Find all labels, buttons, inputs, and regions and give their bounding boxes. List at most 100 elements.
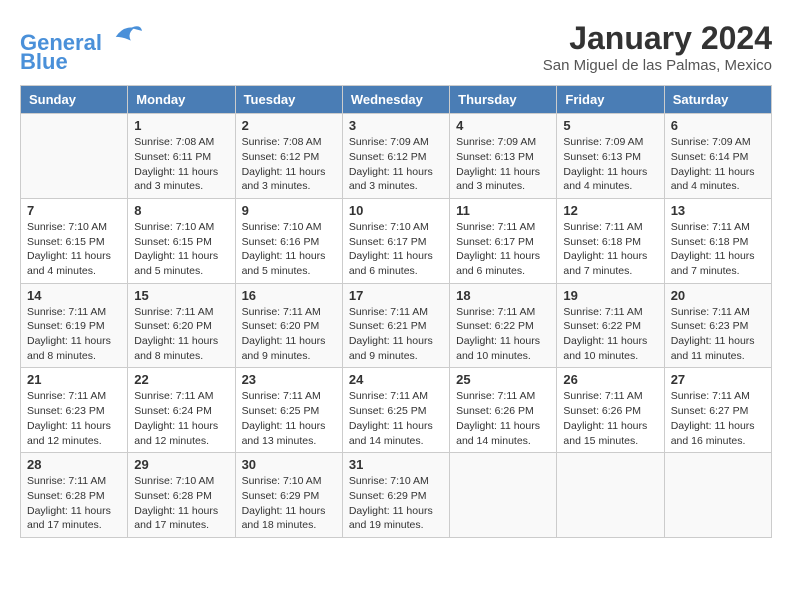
day-number: 12 xyxy=(563,203,657,218)
day-info: Sunrise: 7:11 AMSunset: 6:21 PMDaylight:… xyxy=(349,305,443,364)
day-number: 3 xyxy=(349,118,443,133)
day-info: Sunrise: 7:11 AMSunset: 6:17 PMDaylight:… xyxy=(456,220,550,279)
calendar-day-cell: 29 Sunrise: 7:10 AMSunset: 6:28 PMDayligh… xyxy=(128,453,235,538)
day-info: Sunrise: 7:10 AMSunset: 6:16 PMDaylight:… xyxy=(242,220,336,279)
day-number: 26 xyxy=(563,372,657,387)
day-info: Sunrise: 7:11 AMSunset: 6:18 PMDaylight:… xyxy=(563,220,657,279)
day-number: 28 xyxy=(27,457,121,472)
day-info: Sunrise: 7:09 AMSunset: 6:14 PMDaylight:… xyxy=(671,135,765,194)
calendar-day-cell: 19Sunrise: 7:11 AMSunset: 6:22 PMDayligh… xyxy=(557,283,664,368)
day-info: Sunrise: 7:11 AMSunset: 6:22 PMDaylight:… xyxy=(563,305,657,364)
calendar-week-row: 21 Sunrise: 7:11 AMSunset: 6:23 PMDayligh… xyxy=(21,368,772,453)
day-info: Sunrise: 7:11 AMSunset: 6:26 PMDaylight:… xyxy=(456,389,550,448)
day-number: 23 xyxy=(242,372,336,387)
day-number: 9 xyxy=(242,203,336,218)
day-number: 18 xyxy=(456,288,550,303)
calendar-day-cell: 31 Sunrise: 7:10 AMSunset: 6:29 PMDayligh… xyxy=(342,453,449,538)
calendar-day-cell: 8Sunrise: 7:10 AMSunset: 6:15 PMDaylight… xyxy=(128,198,235,283)
day-info: Sunrise: 7:08 AMSunset: 6:11 PMDaylight:… xyxy=(134,135,228,194)
day-number: 24 xyxy=(349,372,443,387)
day-number: 30 xyxy=(242,457,336,472)
day-number: 31 xyxy=(349,457,443,472)
day-of-week-header: Monday xyxy=(128,86,235,114)
day-info: Sunrise: 7:09 AMSunset: 6:13 PMDaylight:… xyxy=(456,135,550,194)
calendar-week-row: 7 Sunrise: 7:10 AMSunset: 6:15 PMDaylight… xyxy=(21,198,772,283)
day-number: 14 xyxy=(27,288,121,303)
day-number: 22 xyxy=(134,372,228,387)
location-subtitle: San Miguel de las Palmas, Mexico xyxy=(543,57,772,74)
day-info: Sunrise: 7:11 AMSunset: 6:20 PMDaylight:… xyxy=(242,305,336,364)
calendar-day-cell xyxy=(450,453,557,538)
day-info: Sunrise: 7:11 AMSunset: 6:22 PMDaylight:… xyxy=(456,305,550,364)
day-number: 20 xyxy=(671,288,765,303)
day-info: Sunrise: 7:11 AMSunset: 6:23 PMDaylight:… xyxy=(27,389,121,448)
calendar-day-cell: 17 Sunrise: 7:11 AMSunset: 6:21 PMDayligh… xyxy=(342,283,449,368)
day-number: 7 xyxy=(27,203,121,218)
calendar-day-cell: 23 Sunrise: 7:11 AMSunset: 6:25 PMDayligh… xyxy=(235,368,342,453)
calendar-day-cell: 6 Sunrise: 7:09 AMSunset: 6:14 PMDaylight… xyxy=(664,114,771,199)
month-title: January 2024 xyxy=(543,20,772,57)
calendar-day-cell: 2Sunrise: 7:08 AMSunset: 6:12 PMDaylight… xyxy=(235,114,342,199)
day-info: Sunrise: 7:10 AMSunset: 6:28 PMDaylight:… xyxy=(134,474,228,533)
day-of-week-header: Wednesday xyxy=(342,86,449,114)
calendar-day-cell: 25 Sunrise: 7:11 AMSunset: 6:26 PMDayligh… xyxy=(450,368,557,453)
day-number: 17 xyxy=(349,288,443,303)
day-info: Sunrise: 7:11 AMSunset: 6:20 PMDaylight:… xyxy=(134,305,228,364)
title-block: January 2024 San Miguel de las Palmas, M… xyxy=(543,20,772,74)
calendar-day-cell: 11 Sunrise: 7:11 AMSunset: 6:17 PMDayligh… xyxy=(450,198,557,283)
day-number: 27 xyxy=(671,372,765,387)
day-info: Sunrise: 7:08 AMSunset: 6:12 PMDaylight:… xyxy=(242,135,336,194)
day-of-week-header: Saturday xyxy=(664,86,771,114)
day-number: 16 xyxy=(242,288,336,303)
day-info: Sunrise: 7:10 AMSunset: 6:15 PMDaylight:… xyxy=(134,220,228,279)
calendar-day-cell: 3Sunrise: 7:09 AMSunset: 6:12 PMDaylight… xyxy=(342,114,449,199)
calendar-day-cell: 5 Sunrise: 7:09 AMSunset: 6:13 PMDaylight… xyxy=(557,114,664,199)
calendar-day-cell: 22 Sunrise: 7:11 AMSunset: 6:24 PMDayligh… xyxy=(128,368,235,453)
logo: General Blue xyxy=(20,20,142,75)
day-info: Sunrise: 7:10 AMSunset: 6:15 PMDaylight:… xyxy=(27,220,121,279)
day-info: Sunrise: 7:11 AMSunset: 6:25 PMDaylight:… xyxy=(242,389,336,448)
day-number: 5 xyxy=(563,118,657,133)
day-number: 13 xyxy=(671,203,765,218)
calendar-day-cell: 13 Sunrise: 7:11 AMSunset: 6:18 PMDayligh… xyxy=(664,198,771,283)
day-number: 1 xyxy=(134,118,228,133)
calendar-day-cell: 16 Sunrise: 7:11 AMSunset: 6:20 PMDayligh… xyxy=(235,283,342,368)
day-info: Sunrise: 7:11 AMSunset: 6:18 PMDaylight:… xyxy=(671,220,765,279)
day-number: 21 xyxy=(27,372,121,387)
day-number: 10 xyxy=(349,203,443,218)
calendar-day-cell: 4 Sunrise: 7:09 AMSunset: 6:13 PMDaylight… xyxy=(450,114,557,199)
calendar-day-cell: 18 Sunrise: 7:11 AMSunset: 6:22 PMDayligh… xyxy=(450,283,557,368)
calendar-day-cell xyxy=(664,453,771,538)
day-of-week-header: Friday xyxy=(557,86,664,114)
calendar-week-row: 28Sunrise: 7:11 AMSunset: 6:28 PMDayligh… xyxy=(21,453,772,538)
calendar-day-cell: 9 Sunrise: 7:10 AMSunset: 6:16 PMDaylight… xyxy=(235,198,342,283)
day-info: Sunrise: 7:10 AMSunset: 6:29 PMDaylight:… xyxy=(349,474,443,533)
calendar-day-cell: 15 Sunrise: 7:11 AMSunset: 6:20 PMDayligh… xyxy=(128,283,235,368)
calendar-day-cell: 14 Sunrise: 7:11 AMSunset: 6:19 PMDayligh… xyxy=(21,283,128,368)
calendar-day-cell: 24 Sunrise: 7:11 AMSunset: 6:25 PMDayligh… xyxy=(342,368,449,453)
calendar-day-cell: 12 Sunrise: 7:11 AMSunset: 6:18 PMDayligh… xyxy=(557,198,664,283)
day-info: Sunrise: 7:09 AMSunset: 6:13 PMDaylight:… xyxy=(563,135,657,194)
day-info: Sunrise: 7:10 AMSunset: 6:29 PMDaylight:… xyxy=(242,474,336,533)
day-number: 29 xyxy=(134,457,228,472)
calendar-day-cell: 10Sunrise: 7:10 AMSunset: 6:17 PMDayligh… xyxy=(342,198,449,283)
calendar-day-cell: 27Sunrise: 7:11 AMSunset: 6:27 PMDayligh… xyxy=(664,368,771,453)
calendar-day-cell: 20 Sunrise: 7:11 AMSunset: 6:23 PMDayligh… xyxy=(664,283,771,368)
day-number: 15 xyxy=(134,288,228,303)
logo-bird-icon xyxy=(112,20,142,50)
day-of-week-header: Thursday xyxy=(450,86,557,114)
calendar-table: SundayMondayTuesdayWednesdayThursdayFrid… xyxy=(20,85,772,538)
calendar-day-cell: 21 Sunrise: 7:11 AMSunset: 6:23 PMDayligh… xyxy=(21,368,128,453)
calendar-header-row: SundayMondayTuesdayWednesdayThursdayFrid… xyxy=(21,86,772,114)
day-number: 25 xyxy=(456,372,550,387)
day-info: Sunrise: 7:11 AMSunset: 6:23 PMDaylight:… xyxy=(671,305,765,364)
calendar-day-cell: 26 Sunrise: 7:11 AMSunset: 6:26 PMDayligh… xyxy=(557,368,664,453)
day-number: 6 xyxy=(671,118,765,133)
day-number: 4 xyxy=(456,118,550,133)
page-header: General Blue January 2024 San Miguel de … xyxy=(20,20,772,75)
day-info: Sunrise: 7:11 AMSunset: 6:26 PMDaylight:… xyxy=(563,389,657,448)
day-info: Sunrise: 7:11 AMSunset: 6:25 PMDaylight:… xyxy=(349,389,443,448)
day-info: Sunrise: 7:11 AMSunset: 6:19 PMDaylight:… xyxy=(27,305,121,364)
day-info: Sunrise: 7:11 AMSunset: 6:24 PMDaylight:… xyxy=(134,389,228,448)
day-number: 11 xyxy=(456,203,550,218)
